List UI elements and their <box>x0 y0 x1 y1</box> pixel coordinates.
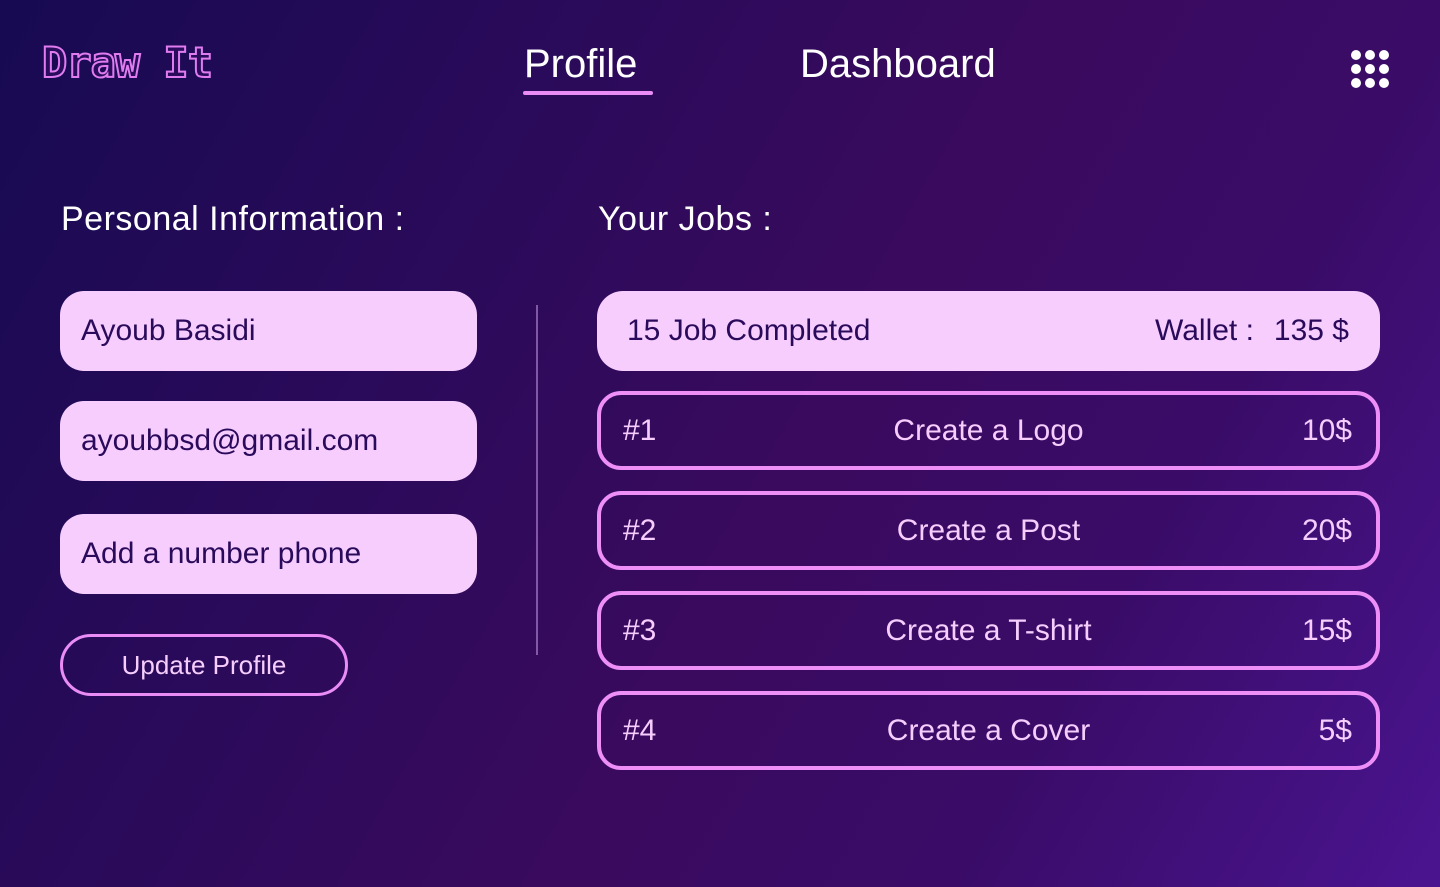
name-field[interactable] <box>60 291 477 371</box>
grid-dots-icon[interactable] <box>1351 50 1391 90</box>
job-price: 20$ <box>1301 513 1352 547</box>
menu-dot <box>1379 50 1389 60</box>
phone-field[interactable] <box>60 514 477 594</box>
job-row[interactable]: #3 Create a T-shirt 15$ <box>597 591 1380 670</box>
job-price: 15$ <box>1301 613 1352 647</box>
jobs-summary-bar: 15 Job Completed Wallet : 135 $ <box>597 291 1380 371</box>
app-logo[interactable]: Draw It <box>41 41 214 85</box>
column-divider <box>536 305 538 655</box>
tab-dashboard[interactable]: Dashboard <box>800 42 996 86</box>
job-row[interactable]: #2 Create a Post 20$ <box>597 491 1380 570</box>
menu-dot <box>1365 78 1375 88</box>
your-jobs-heading: Your Jobs : <box>598 200 773 238</box>
wallet-label: Wallet : <box>1155 314 1254 347</box>
job-row[interactable]: #4 Create a Cover 5$ <box>597 691 1380 770</box>
job-price: 5$ <box>1318 713 1352 747</box>
active-tab-indicator <box>523 91 653 95</box>
job-title: Create a Post <box>896 513 1081 547</box>
job-title: Create a Logo <box>893 413 1084 447</box>
personal-info-heading: Personal Information : <box>61 200 405 238</box>
job-price: 10$ <box>1301 413 1352 447</box>
wallet-value: 135 $ <box>1273 314 1349 347</box>
menu-dot <box>1351 64 1361 74</box>
menu-dot <box>1379 78 1389 88</box>
menu-dot <box>1351 50 1361 60</box>
update-profile-button[interactable]: Update Profile <box>60 634 348 696</box>
menu-dot <box>1365 64 1375 74</box>
tab-profile[interactable]: Profile <box>524 42 637 86</box>
email-field[interactable] <box>60 401 477 481</box>
wallet-display: Wallet : 135 $ <box>1155 314 1349 348</box>
job-title: Create a Cover <box>886 713 1091 747</box>
job-title: Create a T-shirt <box>885 613 1092 647</box>
menu-dot <box>1351 78 1361 88</box>
menu-dot <box>1365 50 1375 60</box>
menu-dot <box>1379 64 1389 74</box>
job-row[interactable]: #1 Create a Logo 10$ <box>597 391 1380 470</box>
jobs-completed-text: 15 Job Completed <box>627 314 871 347</box>
